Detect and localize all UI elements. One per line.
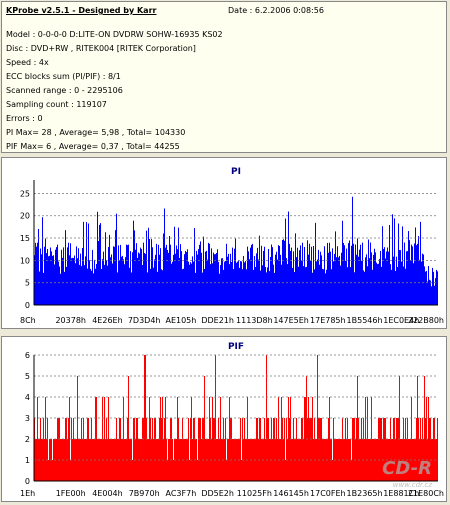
- pi-x-tick-label: 4E26Eh: [92, 316, 122, 325]
- pif-x-tick-label: 1Eh: [20, 489, 35, 498]
- pif-chart-panel: PIF 0 1 2 3 4 5 6 1Eh 1FE00h 4E004h 7B970h AC3F7h DD5…: [1, 336, 447, 502]
- info-scanned-range: Scanned range : 0 - 2295106: [6, 86, 123, 95]
- cdr-watermark-logo: CD-R: [382, 458, 432, 479]
- pif-y-tick-label: 6: [25, 351, 30, 360]
- pif-y-tick-label: 2: [25, 435, 30, 444]
- pif-x-tick-label: 4E004h: [92, 489, 122, 498]
- pif-x-tick-label: AC3F7h: [166, 489, 197, 498]
- scan-date: Date : 6.2.2006 0:08:56: [228, 6, 324, 15]
- pi-y-tick-label: 5: [25, 279, 30, 288]
- pi-y-tick-label: 0: [25, 301, 30, 310]
- info-disc: Disc : DVD+RW , RITEK004 [RITEK Corporat…: [6, 44, 196, 53]
- pif-x-tick-label: 11025Fh: [237, 489, 272, 498]
- pi-chart: PI 0 5 10 15 20 25 8Ch 20378h 4E26Eh 7D3D4h AE105h D…: [20, 167, 444, 325]
- pi-x-tick-label: 20378h: [55, 316, 86, 325]
- pi-series: [34, 196, 438, 305]
- pif-y-tick-label: 4: [25, 393, 30, 402]
- info-panel: KProbe v2.5.1 - Designed by Karr Date : …: [1, 1, 447, 153]
- pi-y-tick-label: 10: [20, 256, 30, 265]
- pif-y-tick-label: 0: [25, 477, 30, 486]
- info-sampling-count: Sampling count : 119107: [6, 100, 107, 109]
- app-title: KProbe v2.5.1 - Designed by Karr: [6, 6, 157, 15]
- pi-x-tick-label: 222B80h: [408, 316, 444, 325]
- pif-x-tick-label: 146145h: [273, 489, 309, 498]
- pi-x-tick-label: 1B5546h: [347, 316, 383, 325]
- pif-x-tick-label: 1B2365h: [347, 489, 383, 498]
- pi-y-tick-label: 15: [20, 234, 30, 243]
- info-speed: Speed : 4x: [6, 58, 49, 67]
- pif-x-tick-label: 1FE00h: [56, 489, 86, 498]
- pi-x-tick-label: AE105h: [165, 316, 196, 325]
- pif-y-tick-label: 1: [25, 456, 30, 465]
- pi-chart-panel: PI 0 5 10 15 20 25 8Ch 20378h 4E26Eh 7D3D4h AE105h D…: [1, 157, 447, 329]
- cdr-watermark-url: www.cdr.cz: [392, 481, 432, 489]
- pi-x-tick-label: 147E5Eh: [273, 316, 309, 325]
- pif-x-tick-label: DD5E2h: [201, 489, 234, 498]
- pif-x-tick-label: 17C0FEh: [310, 489, 346, 498]
- pi-x-tick-label: 1113D8h: [236, 316, 273, 325]
- pif-x-tick-label: 7B970h: [129, 489, 160, 498]
- pif-y-tick-label: 5: [25, 372, 30, 381]
- pi-y-tick-label: 20: [20, 212, 30, 221]
- info-pif-summary: PIF Max= 6 , Average= 0,37 , Total= 4425…: [6, 142, 180, 151]
- info-errors: Errors : 0: [6, 114, 43, 123]
- pi-x-tick-label: 7D3D4h: [128, 316, 161, 325]
- info-pi-summary: PI Max= 28 , Average= 5,98 , Total= 1043…: [6, 128, 186, 137]
- info-ecc-blocks: ECC blocks sum (PI/PIF) : 8/1: [6, 72, 121, 81]
- pi-x-tick-label: 8Ch: [20, 316, 36, 325]
- pi-y-tick-label: 25: [20, 189, 30, 198]
- pif-chart-title: PIF: [228, 342, 244, 352]
- pif-chart: PIF 0 1 2 3 4 5 6 1Eh 1FE00h 4E004h 7B970h AC3F7h DD5…: [20, 342, 444, 498]
- pi-x-tick-label: 17E785h: [310, 316, 346, 325]
- pif-x-tick-label: 21E80Ch: [408, 489, 444, 498]
- pi-x-tick-label: DDE21h: [201, 316, 234, 325]
- pi-chart-title: PI: [231, 167, 241, 177]
- pif-y-tick-label: 3: [25, 414, 30, 423]
- info-model: Model : 0-0-0-0 D:LITE-ON DVDRW SOHW-169…: [6, 30, 223, 39]
